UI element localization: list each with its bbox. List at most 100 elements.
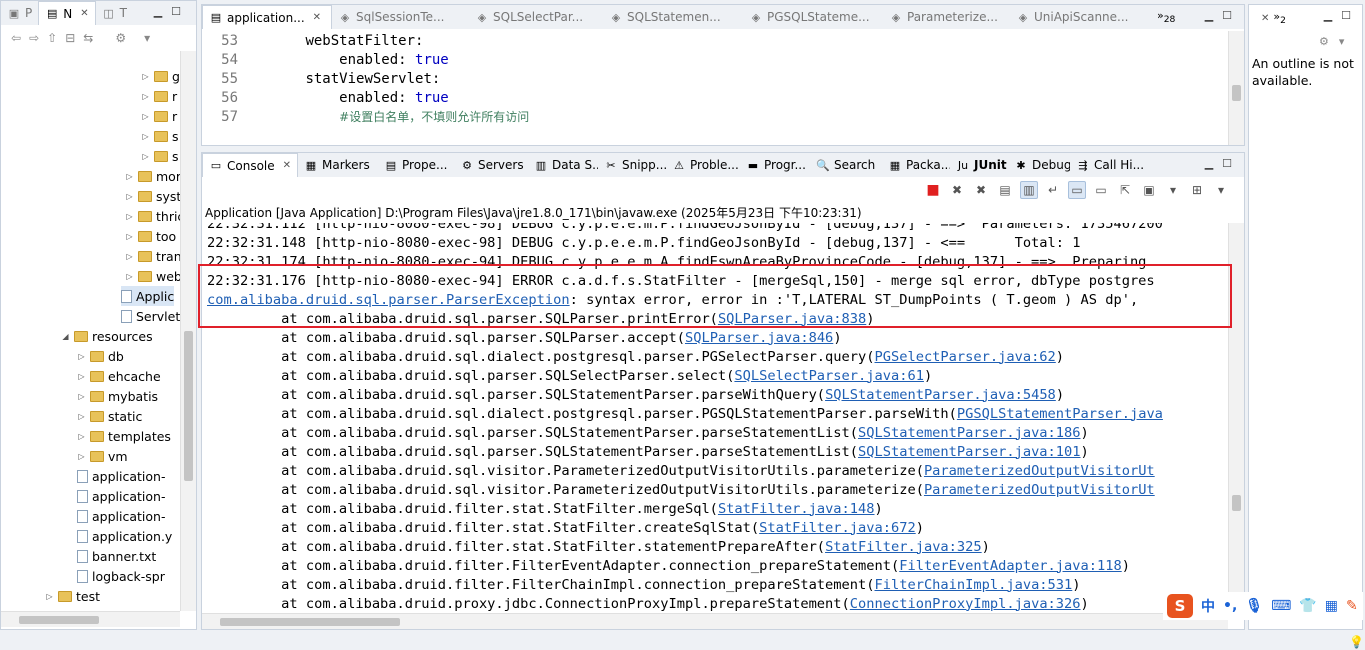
tree-item[interactable]: Applic <box>121 286 175 306</box>
collapsed-arrow-icon[interactable]: ▷ <box>125 232 134 241</box>
editor-tab[interactable]: ◈ SQLSelectPar... <box>469 5 603 29</box>
tree-item[interactable]: ▷ tran <box>125 246 181 266</box>
hscroll-thumb[interactable] <box>19 616 99 624</box>
scroll-lock-icon[interactable]: ▥ <box>1020 181 1038 199</box>
collapsed-arrow-icon[interactable]: ▷ <box>77 352 86 361</box>
code-editor[interactable]: 53 webStatFilter: 54 enabled: true 55 stat… <box>202 31 1220 145</box>
close-icon[interactable]: ✕ <box>313 12 321 23</box>
forward-icon[interactable]: ⇨ <box>29 31 39 45</box>
tree-horizontal-scrollbar[interactable] <box>1 611 180 627</box>
tree-item[interactable]: ▷ static <box>77 406 142 426</box>
outline-overflow[interactable]: »2 <box>1273 10 1286 26</box>
minimize-icon[interactable]: ▁ <box>1202 9 1216 23</box>
tab-properties[interactable]: ▤ Prope... <box>378 153 454 177</box>
scroll-thumb[interactable] <box>1232 495 1241 511</box>
collapsed-arrow-icon[interactable]: ▷ <box>125 172 134 181</box>
show-console-on-error-icon[interactable]: ▭ <box>1092 181 1110 199</box>
tree-item[interactable]: logback-spr <box>77 566 165 586</box>
close-icon[interactable]: ✕ <box>283 160 291 171</box>
word-wrap-icon[interactable]: ↵ <box>1044 181 1062 199</box>
minimize-icon[interactable]: ▁ <box>1321 9 1335 23</box>
minimize-icon[interactable]: ▁ <box>151 5 165 19</box>
tree-item[interactable]: ▷ vm <box>77 446 127 466</box>
view-menu-icon[interactable]: ⚙ <box>1319 35 1329 48</box>
tree-item[interactable]: ▷ syst <box>125 186 181 206</box>
collapsed-arrow-icon[interactable]: ▷ <box>77 452 86 461</box>
stacktrace-link[interactable]: ConnectionProxyImpl.java:326 <box>850 596 1081 612</box>
tree-item[interactable]: ▷ r <box>141 106 177 126</box>
ime-punct[interactable]: •, <box>1223 598 1237 614</box>
pin-console-icon[interactable]: ⇱ <box>1116 181 1134 199</box>
tree-item[interactable]: application- <box>77 506 165 526</box>
stacktrace-link[interactable]: PGSQLStatementParser.java <box>957 406 1163 422</box>
editor-vertical-scrollbar[interactable] <box>1228 31 1244 145</box>
tab-project-explorer[interactable]: ▣ P <box>1 1 38 25</box>
editor-tab[interactable]: ◈ SQLStatemen... <box>603 5 743 29</box>
tree-item[interactable]: ▷ templates <box>77 426 171 446</box>
tab-call-hierarchy[interactable]: ⇶ Call Hi... <box>1070 153 1146 177</box>
collapsed-arrow-icon[interactable]: ▷ <box>141 152 150 161</box>
stacktrace-link[interactable]: SQLParser.java:846 <box>685 330 833 346</box>
toolbox-icon[interactable]: ▦ <box>1325 598 1338 614</box>
scroll-thumb[interactable] <box>184 331 193 481</box>
stacktrace-link[interactable]: StatFilter.java:148 <box>718 501 875 517</box>
mic-icon[interactable]: 🎙 <box>1245 598 1263 614</box>
chevron-down-icon[interactable]: ▾ <box>1164 181 1182 199</box>
tab-progress[interactable]: ▬ Progr... <box>740 153 810 177</box>
collapsed-arrow-icon[interactable]: ▷ <box>125 252 134 261</box>
editor-tab[interactable]: ◈ PGSQLStateme... <box>743 5 883 29</box>
tab-navigator[interactable]: ▤ N ✕ <box>38 1 96 25</box>
tree-item[interactable]: ▷ thric <box>125 206 181 226</box>
tree-item[interactable]: application- <box>77 486 165 506</box>
stacktrace-link[interactable]: PGSelectParser.java:62 <box>875 349 1056 365</box>
tree-item[interactable]: application.y <box>77 526 172 546</box>
stacktrace-link[interactable]: SQLStatementParser.java:101 <box>858 444 1081 460</box>
tree-item[interactable]: ▷ g <box>141 66 180 86</box>
maximize-icon[interactable]: ☐ <box>1220 9 1234 23</box>
tree-item[interactable]: ▷ r <box>141 86 177 106</box>
tree-item[interactable]: ▷ too <box>125 226 176 246</box>
tree-item[interactable]: ▷ ehcache <box>77 366 160 386</box>
chevron-down-icon[interactable]: ▾ <box>1212 181 1230 199</box>
terminate-icon[interactable]: ■ <box>924 181 942 199</box>
collapsed-arrow-icon[interactable]: ▷ <box>141 112 150 121</box>
open-console-icon[interactable]: ⊞ <box>1188 181 1206 199</box>
tree-item[interactable]: ▷ db <box>77 346 123 366</box>
sogou-logo-icon[interactable]: S <box>1167 594 1193 618</box>
collapse-all-icon[interactable]: ⊟ <box>65 31 75 45</box>
settings-icon[interactable]: ✎ <box>1346 598 1358 614</box>
tab-servers[interactable]: ⚙ Servers <box>454 153 528 177</box>
tree-vertical-scrollbar[interactable] <box>180 51 196 611</box>
remove-all-terminated-icon[interactable]: ✖ <box>972 181 990 199</box>
tree-item[interactable]: Servlet <box>121 306 180 326</box>
tab-snippets[interactable]: ✂ Snipp... <box>598 153 666 177</box>
tab-data-source[interactable]: ▥ Data S... <box>528 153 598 177</box>
editor-tab[interactable]: ◈ UniApiScanne... <box>1010 5 1140 29</box>
editor-tab[interactable]: ▤ application... ✕ <box>202 5 332 29</box>
minimize-icon[interactable]: ▁ <box>1202 157 1216 171</box>
chevron-down-icon[interactable]: ▾ <box>144 31 150 45</box>
clear-console-icon[interactable]: ▤ <box>996 181 1014 199</box>
stacktrace-link[interactable]: ParameterizedOutputVisitorUt <box>924 482 1155 498</box>
show-console-on-output-icon[interactable]: ▭ <box>1068 181 1086 199</box>
tree-item[interactable]: ◢ resources <box>61 326 152 346</box>
collapsed-arrow-icon[interactable]: ▷ <box>77 392 86 401</box>
stacktrace-link[interactable]: StatFilter.java:325 <box>825 539 982 555</box>
skin-icon[interactable]: 👕 <box>1299 598 1316 614</box>
stacktrace-link[interactable]: FilterEventAdapter.java:118 <box>899 558 1122 574</box>
view-menu-icon[interactable]: ⚙ <box>115 31 126 45</box>
maximize-icon[interactable]: ☐ <box>169 5 183 19</box>
tree-item[interactable]: ▷ s <box>141 126 178 146</box>
tab-console[interactable]: ▭ Console ✕ <box>202 153 298 177</box>
tree-item[interactable]: ▷ web <box>125 266 181 286</box>
editor-tab[interactable]: ◈ SqlSessionTe... <box>332 5 469 29</box>
editor-tab[interactable]: ◈ Parameterize... <box>883 5 1010 29</box>
collapsed-arrow-icon[interactable]: ▷ <box>77 372 86 381</box>
tab-markers[interactable]: ▦ Markers <box>298 153 378 177</box>
stacktrace-link[interactable]: SQLSelectParser.java:61 <box>734 368 924 384</box>
hscroll-thumb[interactable] <box>220 618 400 626</box>
collapsed-arrow-icon[interactable]: ▷ <box>141 92 150 101</box>
tree-item[interactable]: ▷ mybatis <box>77 386 158 406</box>
editor-tab-overflow[interactable]: »28 <box>1157 9 1175 25</box>
tab-junit[interactable]: Ju JUnit <box>950 153 1008 177</box>
